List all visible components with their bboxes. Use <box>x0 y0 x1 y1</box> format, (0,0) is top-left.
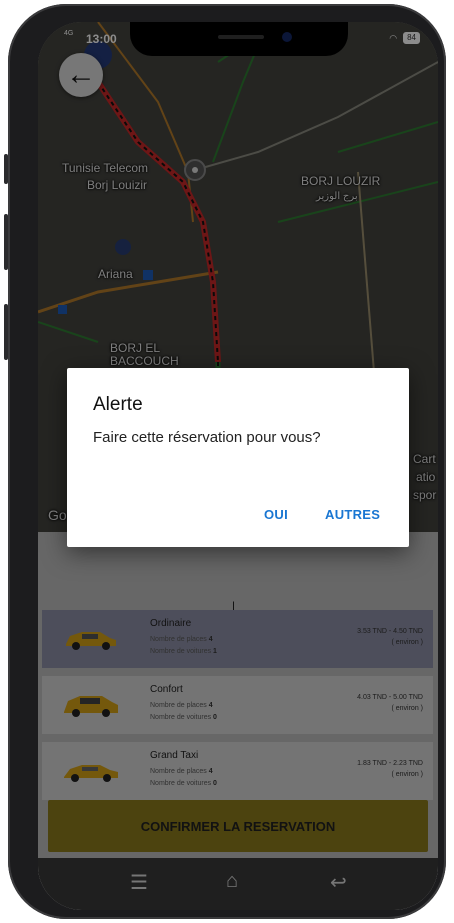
mute-switch <box>4 154 8 184</box>
alert-dialog: Alerte Faire cette réservation pour vous… <box>67 368 409 547</box>
volume-down-button <box>4 304 8 360</box>
oui-button[interactable]: OUI <box>264 507 288 522</box>
autres-button[interactable]: AUTRES <box>325 507 380 522</box>
volume-up-button <box>4 214 8 270</box>
dialog-title: Alerte <box>93 394 143 415</box>
dialog-message: Faire cette réservation pour vous? <box>93 429 321 446</box>
